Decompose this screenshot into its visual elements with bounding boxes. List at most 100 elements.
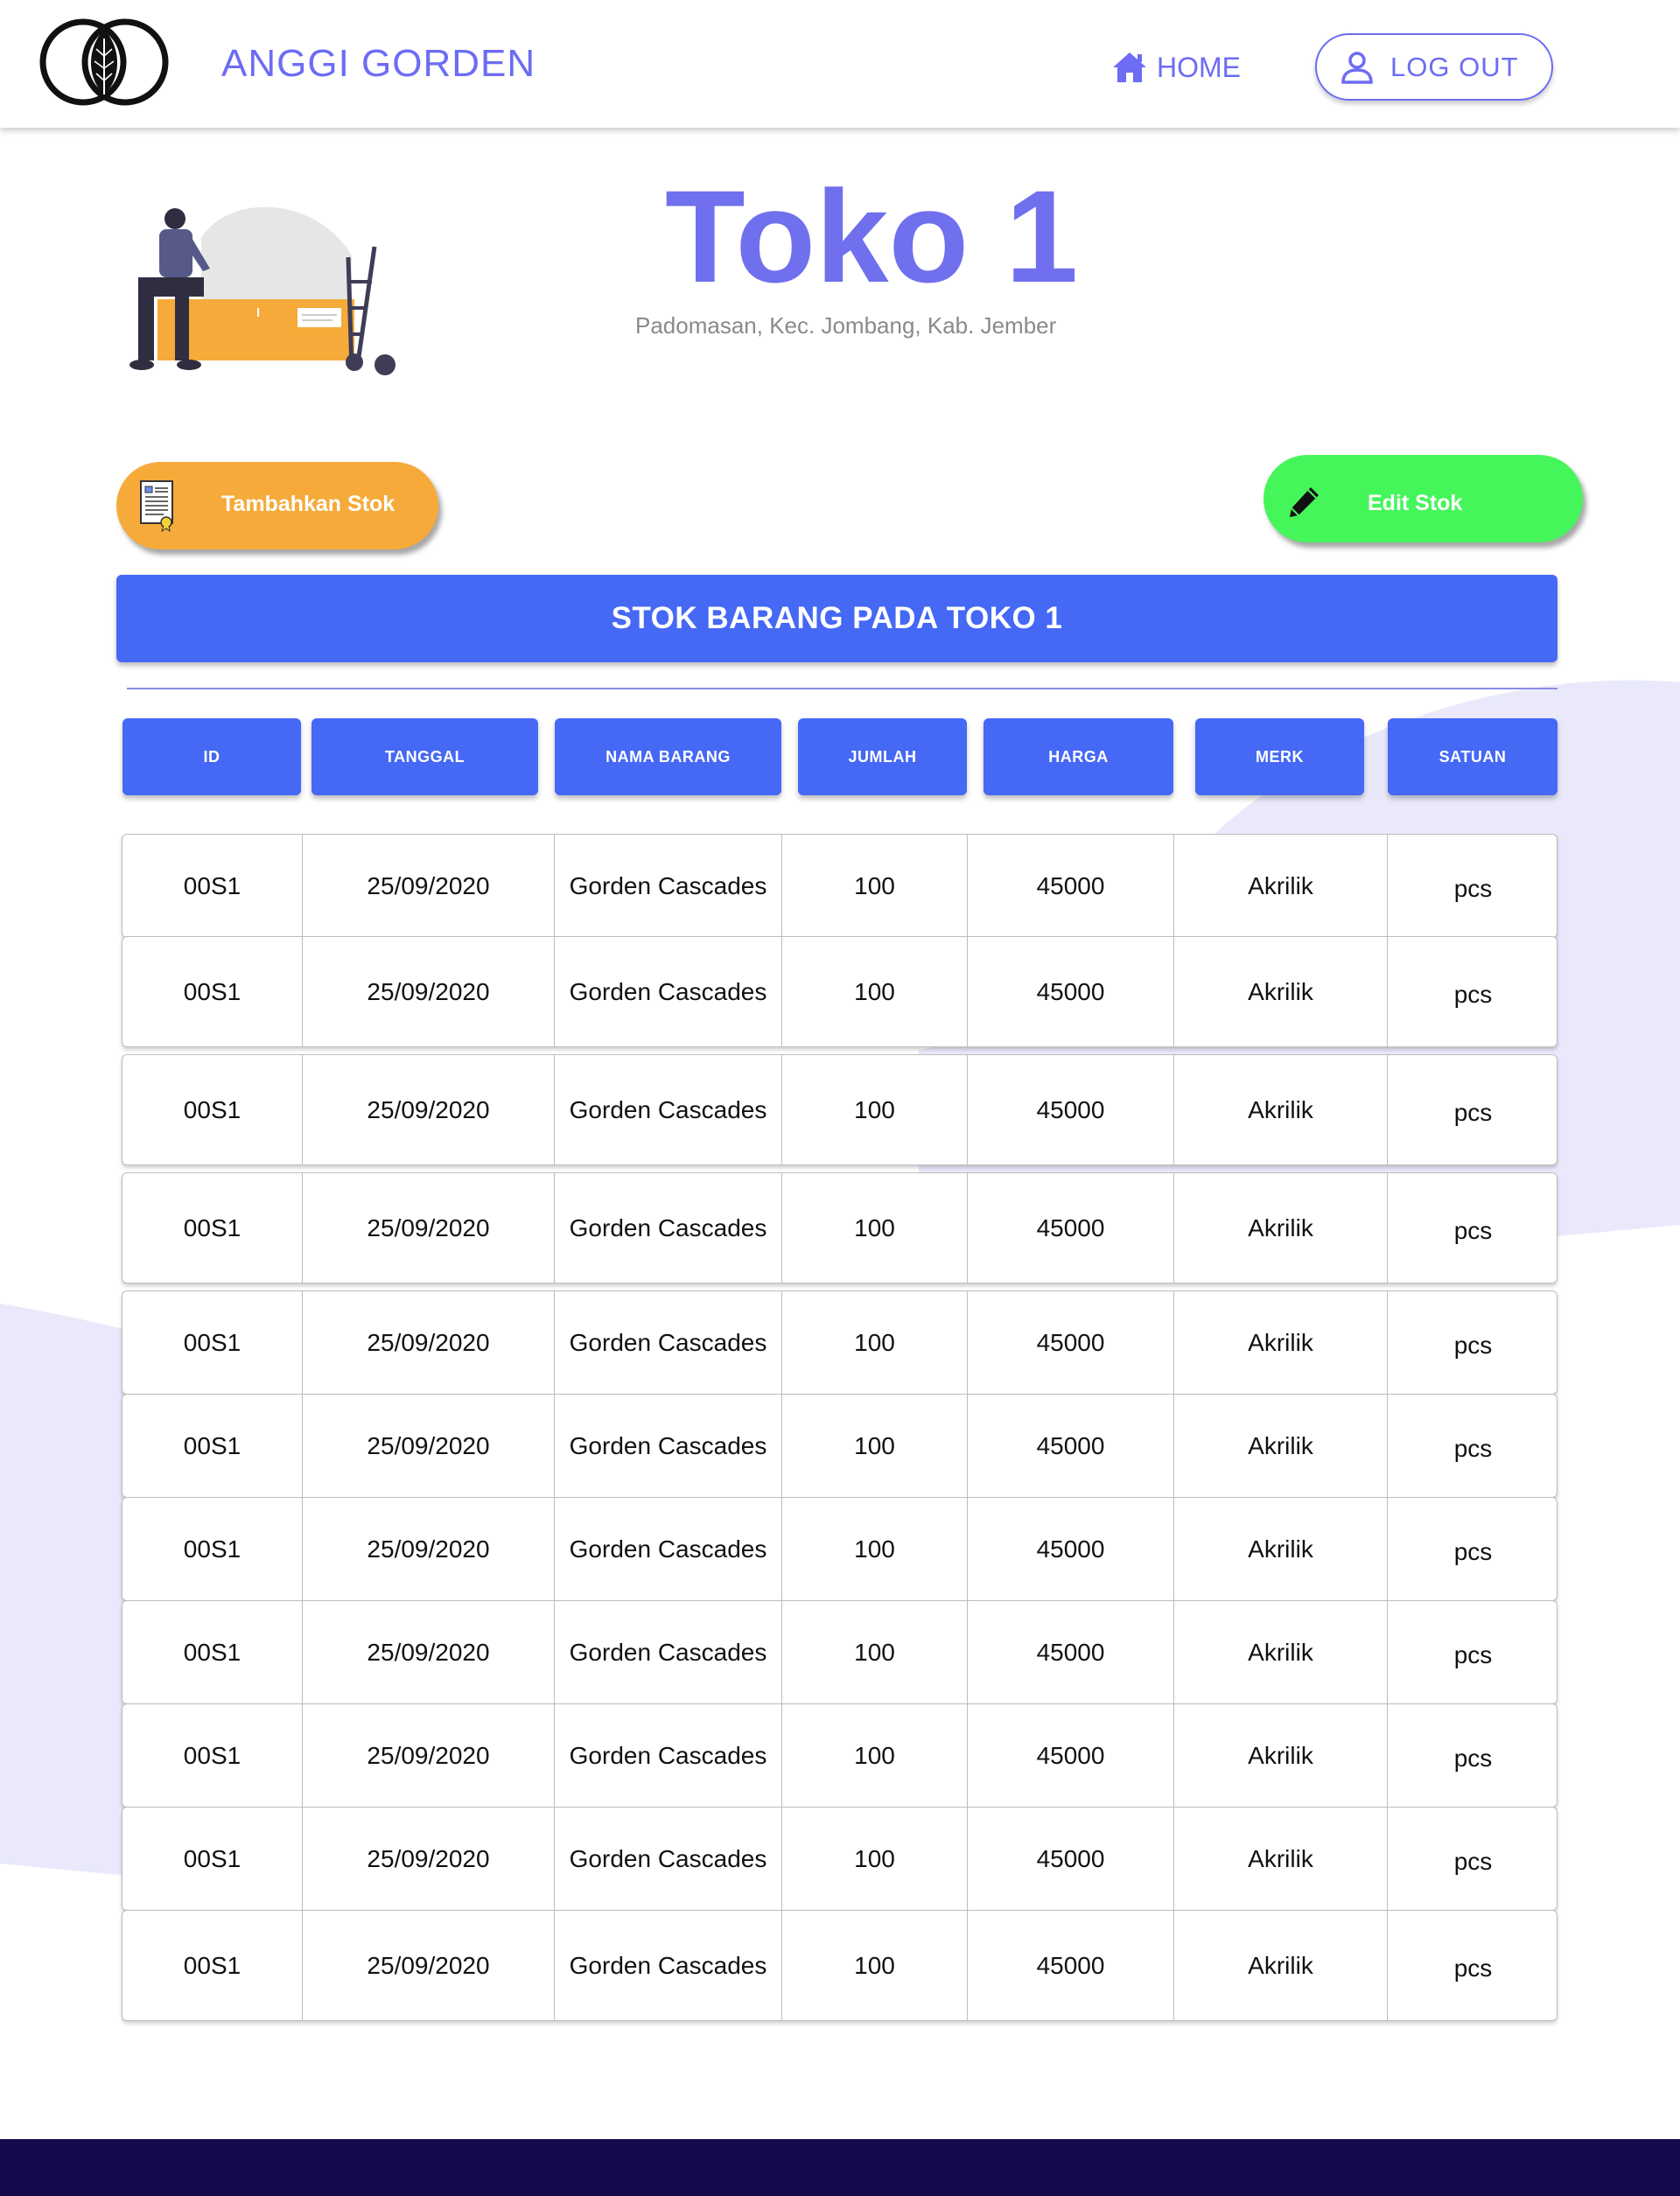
cell-id: 00S1 — [122, 1291, 303, 1394]
column-header-tanggal[interactable]: TANGGAL — [312, 718, 538, 795]
cell-merk: Akrilik — [1174, 1055, 1388, 1164]
cell-merk: Akrilik — [1174, 1704, 1388, 1807]
cell-jumlah: 100 — [782, 937, 968, 1046]
table-row[interactable]: 00S1 25/09/2020 Gorden Cascades 100 45000 Akr… — [122, 1394, 1558, 1498]
cell-id: 00S1 — [122, 1808, 303, 1910]
table-row[interactable]: 00S1 25/09/2020 Gorden Cascades 100 45000 Akr… — [122, 1497, 1558, 1601]
cell-nama-barang: Gorden Cascades — [555, 1601, 782, 1703]
table-row[interactable]: 00S1 25/09/2020 Gorden Cascades 100 45000 Akr… — [122, 1290, 1558, 1395]
cell-nama-barang: Gorden Cascades — [555, 1291, 782, 1394]
cell-harga: 45000 — [968, 1808, 1174, 1910]
column-header-satuan[interactable]: SATUAN — [1388, 718, 1558, 795]
cell-merk: Akrilik — [1174, 1601, 1388, 1703]
cell-harga: 45000 — [968, 1395, 1174, 1497]
cell-satuan: pcs — [1453, 1744, 1493, 1772]
cell-tanggal: 25/09/2020 — [303, 1498, 555, 1600]
cell-jumlah: 100 — [782, 1601, 968, 1703]
cell-satuan: pcs — [1453, 1434, 1493, 1462]
column-header-label: MERK — [1256, 747, 1304, 766]
cell-id: 00S1 — [122, 937, 303, 1046]
cell-merk: Akrilik — [1174, 937, 1388, 1046]
column-header-label: NAMA BARANG — [606, 747, 731, 766]
cell-tanggal: 25/09/2020 — [303, 835, 555, 937]
table-row[interactable]: 00S1 25/09/2020 Gorden Cascades 100 45000 Akr… — [122, 834, 1558, 938]
edit-stock-label: Edit Stok — [1368, 491, 1463, 515]
column-header-harga[interactable]: HARGA — [984, 718, 1173, 795]
cell-satuan: pcs — [1453, 1537, 1493, 1565]
cell-harga: 45000 — [968, 835, 1174, 937]
cell-tanggal: 25/09/2020 — [303, 1055, 555, 1164]
cell-harga: 45000 — [968, 1601, 1174, 1703]
store-title: Toko 1 — [665, 163, 1079, 310]
cell-harga: 45000 — [968, 937, 1174, 1046]
brand-name[interactable]: ANGGI GORDEN — [221, 42, 536, 86]
table-row[interactable]: 00S1 25/09/2020 Gorden Cascades 100 45000 Akr… — [122, 936, 1558, 1047]
page-footer — [0, 2139, 1680, 2196]
cell-merk: Akrilik — [1174, 1291, 1388, 1394]
cell-jumlah: 100 — [782, 1498, 968, 1600]
cell-tanggal: 25/09/2020 — [303, 1704, 555, 1807]
document-icon — [140, 480, 173, 532]
warehouse-illustration — [130, 206, 396, 375]
cell-merk: Akrilik — [1174, 1173, 1388, 1283]
store-address: Padomasan, Kec. Jombang, Kab. Jember — [635, 312, 1057, 339]
cell-satuan: pcs — [1453, 1640, 1493, 1668]
cell-id: 00S1 — [122, 1911, 303, 2020]
cell-jumlah: 100 — [782, 1291, 968, 1394]
cell-satuan: pcs — [1453, 1954, 1493, 1982]
column-header-id[interactable]: ID — [122, 718, 301, 795]
cell-nama-barang: Gorden Cascades — [555, 1808, 782, 1910]
leaf-rings-logo[interactable] — [38, 17, 170, 107]
cell-id: 00S1 — [122, 835, 303, 937]
cell-satuan: pcs — [1453, 1847, 1493, 1875]
cell-jumlah: 100 — [782, 1911, 968, 2020]
table-row[interactable]: 00S1 25/09/2020 Gorden Cascades 100 45000 Akr… — [122, 1600, 1558, 1704]
logout-button[interactable]: LOG OUT — [1315, 33, 1553, 101]
cell-tanggal: 25/09/2020 — [303, 1395, 555, 1497]
cell-id: 00S1 — [122, 1601, 303, 1703]
cell-jumlah: 100 — [782, 1704, 968, 1807]
home-icon — [1113, 52, 1146, 82]
cell-satuan: pcs — [1453, 1098, 1493, 1126]
column-header-jumlah[interactable]: JUMLAH — [798, 718, 967, 795]
cell-nama-barang: Gorden Cascades — [555, 1395, 782, 1497]
user-icon — [1341, 51, 1373, 84]
cell-id: 00S1 — [122, 1498, 303, 1600]
add-stock-button[interactable]: Tambahkan Stok — [116, 462, 438, 549]
cell-tanggal: 25/09/2020 — [303, 1291, 555, 1394]
column-header-label: TANGGAL — [384, 747, 466, 766]
section-divider — [127, 688, 1558, 689]
cell-satuan: pcs — [1453, 1331, 1493, 1359]
edit-stock-button[interactable]: Edit Stok — [1264, 455, 1583, 542]
cell-nama-barang: Gorden Cascades — [555, 1704, 782, 1807]
cell-harga: 45000 — [968, 1055, 1174, 1164]
cell-id: 00S1 — [122, 1704, 303, 1807]
column-header-label: JUMLAH — [848, 747, 917, 766]
table-row[interactable]: 00S1 25/09/2020 Gorden Cascades 100 45000 Akr… — [122, 1807, 1558, 1911]
column-header-merk[interactable]: MERK — [1195, 718, 1364, 795]
cell-merk: Akrilik — [1174, 1395, 1388, 1497]
add-stock-label: Tambahkan Stok — [221, 492, 396, 516]
cell-harga: 45000 — [968, 1911, 1174, 2020]
cell-tanggal: 25/09/2020 — [303, 1911, 555, 2020]
table-row[interactable]: 00S1 25/09/2020 Gorden Cascades 100 45000 Akr… — [122, 1172, 1558, 1283]
cell-nama-barang: Gorden Cascades — [555, 835, 782, 937]
nav-home-link[interactable]: HOME — [1111, 51, 1241, 84]
cell-nama-barang: Gorden Cascades — [555, 1055, 782, 1164]
cell-tanggal: 25/09/2020 — [303, 937, 555, 1046]
cell-harga: 45000 — [968, 1704, 1174, 1807]
cell-harga: 45000 — [968, 1291, 1174, 1394]
cell-nama-barang: Gorden Cascades — [555, 1498, 782, 1600]
table-row[interactable]: 00S1 25/09/2020 Gorden Cascades 100 45000 Akr… — [122, 1054, 1558, 1165]
table-row[interactable]: 00S1 25/09/2020 Gorden Cascades 100 45000 Akr… — [122, 1703, 1558, 1808]
cell-id: 00S1 — [122, 1173, 303, 1283]
cell-merk: Akrilik — [1174, 1911, 1388, 2020]
cell-jumlah: 100 — [782, 835, 968, 937]
cell-id: 00S1 — [122, 1395, 303, 1497]
cell-satuan: pcs — [1453, 1216, 1493, 1244]
table-row[interactable]: 00S1 25/09/2020 Gorden Cascades 100 45000 Akr… — [122, 1910, 1558, 2021]
cell-merk: Akrilik — [1174, 1498, 1388, 1600]
cell-id: 00S1 — [122, 1055, 303, 1164]
column-header-nama-barang[interactable]: NAMA BARANG — [555, 718, 781, 795]
column-header-label: HARGA — [1048, 747, 1109, 766]
